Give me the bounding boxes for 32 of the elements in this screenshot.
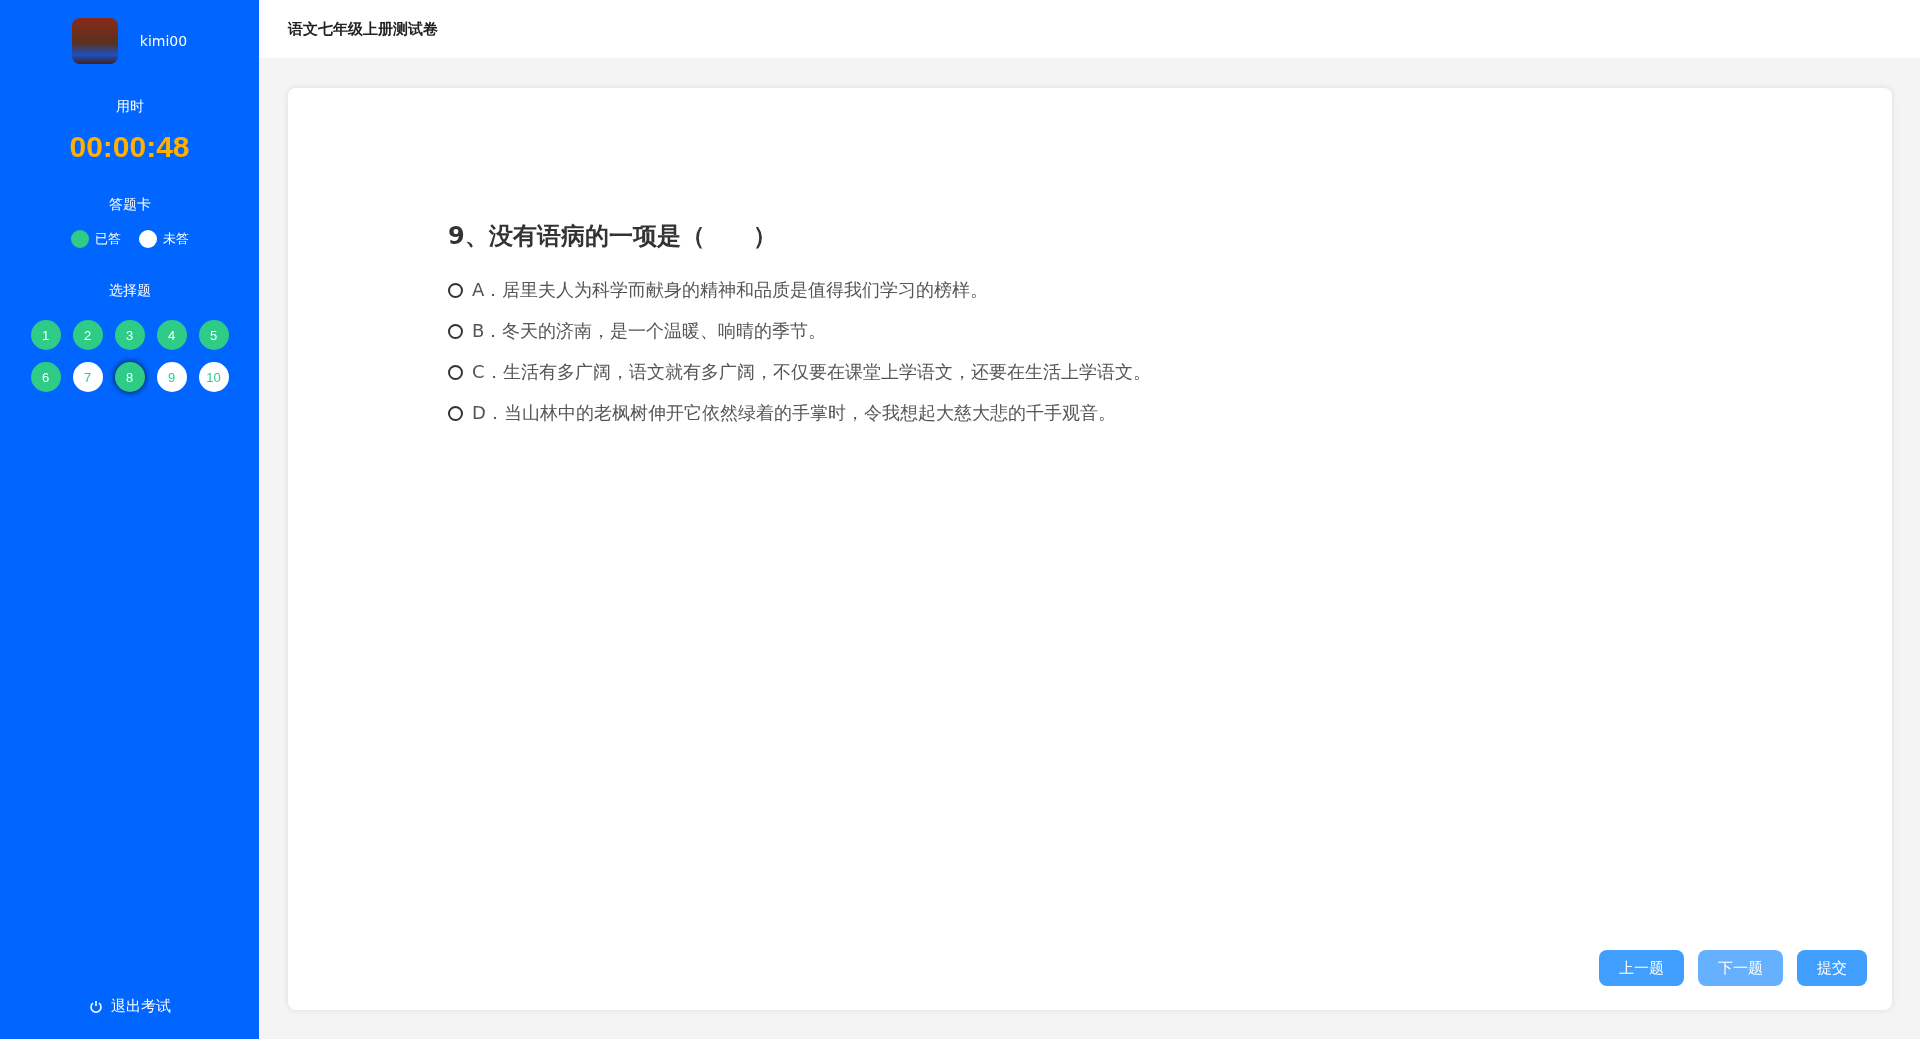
question-number-button[interactable]: 7 bbox=[72, 362, 103, 392]
radio-button[interactable] bbox=[448, 323, 463, 339]
question-number-button[interactable]: 3 bbox=[114, 320, 145, 350]
legend-label: 未答 bbox=[162, 230, 189, 248]
exam-title: 语文七年级上册测试卷 bbox=[288, 19, 438, 39]
question-number-button[interactable]: 4 bbox=[156, 320, 187, 350]
legend-label: 已答 bbox=[94, 230, 121, 248]
question-number-button[interactable]: 9 bbox=[156, 362, 187, 392]
radio-button[interactable] bbox=[448, 405, 463, 421]
answer-card-title: 答题卡 bbox=[108, 196, 151, 214]
question-number-button[interactable]: 5 bbox=[198, 320, 229, 350]
answer-option[interactable]: D．当山林中的老枫树伸开它依然绿着的手掌时，令我想起大慈大悲的千手观音。 bbox=[448, 401, 1892, 425]
radio-button[interactable] bbox=[448, 282, 463, 298]
answer-option[interactable]: A．居里夫人为科学而献身的精神和品质是值得我们学习的榜样。 bbox=[448, 278, 1892, 302]
timer-label: 用时 bbox=[115, 98, 144, 116]
question-title: 9、没有语病的一项是（ ） bbox=[448, 221, 778, 252]
answer-option[interactable]: C．生活有多广阔，语文就有多广阔，不仅要在课堂上学语文，还要在生活上学语文。 bbox=[448, 360, 1892, 384]
avatar-image bbox=[71, 18, 118, 64]
section-title: 选择题 bbox=[108, 282, 151, 300]
nav-button[interactable]: 提交 bbox=[1797, 950, 1867, 986]
question-number-button[interactable]: 2 bbox=[72, 320, 103, 350]
answer-option[interactable]: B．冬天的济南，是一个温暖、响晴的季节。 bbox=[448, 319, 1892, 343]
power-icon bbox=[88, 999, 103, 1014]
question-number-button[interactable]: 8 bbox=[114, 362, 145, 392]
question-number-button[interactable]: 10 bbox=[198, 362, 229, 392]
timer: 00:00:48 bbox=[69, 130, 190, 164]
nav-button[interactable]: 上一题 bbox=[1599, 950, 1684, 986]
user-name: kimi00 bbox=[139, 33, 188, 49]
exit-exam-button[interactable]: 退出考试 bbox=[82, 996, 177, 1017]
question-number-button[interactable]: 6 bbox=[30, 362, 61, 392]
radio-button[interactable] bbox=[448, 364, 463, 380]
question-number-button[interactable]: 1 bbox=[30, 320, 61, 350]
